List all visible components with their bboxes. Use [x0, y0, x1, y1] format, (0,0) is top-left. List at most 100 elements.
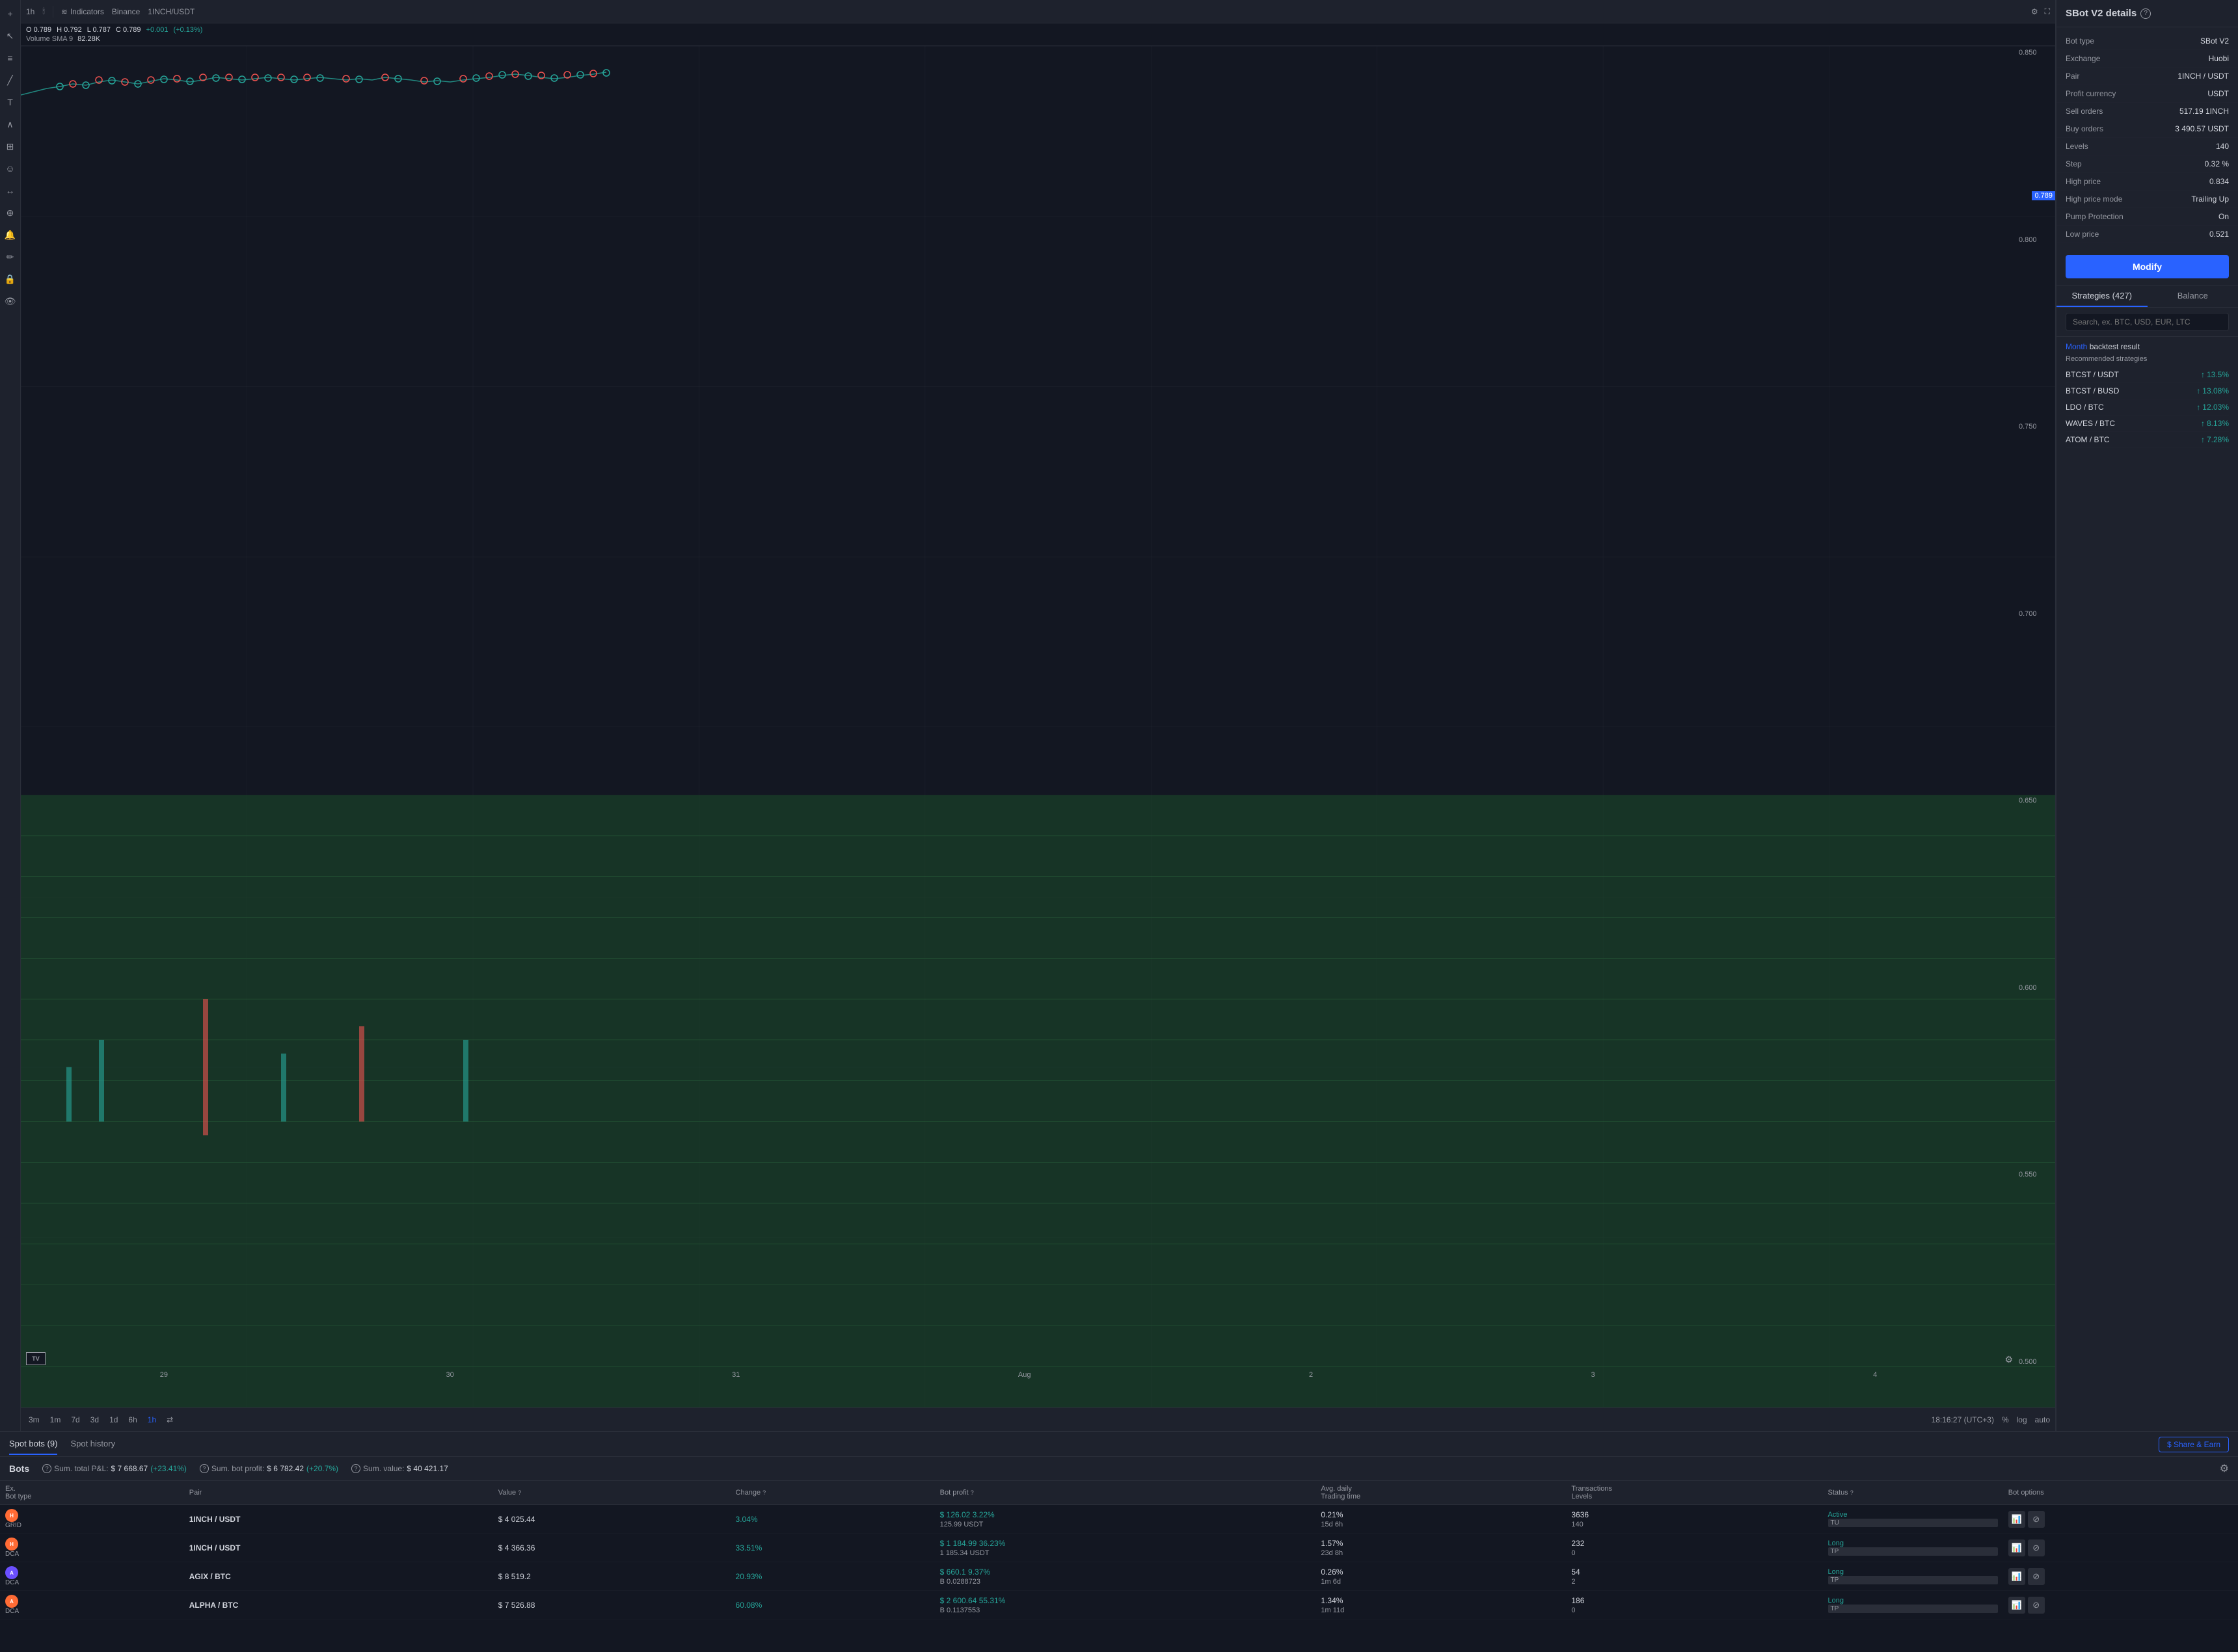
- table-row: A DCA ALPHA / BTC $ 7 526.88 60.08% $ 2 …: [0, 1591, 2238, 1619]
- price-level-750: 0.750: [2019, 423, 2053, 431]
- bottom-section: Spot bots (9) Spot history $ Share & Ear…: [0, 1431, 2238, 1652]
- chart-bottom-bar: 3m 1m 7d 3d 1d 6h 1h ⇄ 18:16:27 (UTC+3) …: [21, 1407, 2055, 1431]
- th-options: Bot options: [2003, 1481, 2238, 1505]
- price-level-550: 0.550: [2019, 1171, 2053, 1179]
- exchange-label[interactable]: Binance: [112, 7, 140, 16]
- th-bot-profit: Bot profit ?: [935, 1481, 1316, 1505]
- time-2: 2: [1309, 1371, 1313, 1379]
- high-price-mode-label: High price mode: [2066, 194, 2122, 204]
- detail-bot-type: Bot type SBot V2: [2056, 33, 2238, 50]
- bot-change-cell: 3.04%: [731, 1505, 935, 1534]
- tf-3d[interactable]: 3d: [88, 1414, 101, 1426]
- alert-tool[interactable]: 🔔: [2, 226, 19, 243]
- tab-spot-bots[interactable]: Spot bots (9): [9, 1433, 57, 1455]
- right-panel: SBot V2 details ? Bot type SBot V2 Excha…: [2056, 0, 2238, 1431]
- status-badge-tp: TP: [1828, 1547, 1998, 1556]
- chart-action-btn[interactable]: 📊: [2008, 1568, 2025, 1585]
- backtest-title: Month backtest result: [2066, 342, 2229, 351]
- bot-exchange-cell: H GRID: [0, 1505, 184, 1534]
- tf-3m[interactable]: 3m: [26, 1414, 42, 1426]
- indicators-button[interactable]: ≋ Indicators: [61, 7, 104, 16]
- tf-sync[interactable]: ⇄: [164, 1414, 176, 1426]
- tf-1m[interactable]: 1m: [47, 1414, 64, 1426]
- bot-status-cell: Active TU: [1823, 1505, 2003, 1534]
- profit-currency-value: USDT: [2207, 89, 2229, 98]
- strategies-tabs: Strategies (427) Balance: [2056, 285, 2238, 308]
- chart-settings-icon[interactable]: ⚙: [2004, 1354, 2013, 1365]
- chart-action-btn[interactable]: 📊: [2008, 1511, 2025, 1528]
- settings-button[interactable]: ⚙: [2031, 7, 2038, 16]
- tf-1h[interactable]: 1h: [145, 1414, 159, 1426]
- chart-toolbar: 1h 🕯 ≋ Indicators Binance 1INCH/USDT ⚙ ⛶: [21, 0, 2055, 23]
- strategy-atom-btc[interactable]: ATOM / BTC ↑ 7.28%: [2066, 432, 2229, 448]
- bot-transactions-cell: 1860: [1566, 1591, 1822, 1619]
- strategy-btcst-usdt[interactable]: BTCST / USDT ↑ 13.5%: [2066, 367, 2229, 383]
- crosshair-tool[interactable]: +: [2, 5, 19, 22]
- strategy-name: WAVES / BTC: [2066, 419, 2115, 428]
- sbot-title: SBot V2 details: [2066, 8, 2137, 19]
- tf-7d[interactable]: 7d: [68, 1414, 82, 1426]
- draw-line-tool[interactable]: ╱: [2, 72, 19, 88]
- stat-value-label: Sum. value:: [363, 1464, 404, 1473]
- symbol-label[interactable]: 1INCH/USDT: [148, 7, 195, 16]
- stop-action-btn[interactable]: ⊘: [2028, 1597, 2045, 1614]
- tab-spot-history[interactable]: Spot history: [70, 1433, 115, 1455]
- time-31: 31: [732, 1371, 740, 1379]
- chart-time-axis: 29 30 31 Aug 2 3 4: [21, 1368, 2016, 1407]
- zoom-tool[interactable]: ⊕: [2, 204, 19, 221]
- stat-profit-label: Sum. bot profit:: [211, 1464, 264, 1473]
- bot-change-cell: 20.93%: [731, 1562, 935, 1591]
- stat-profit-change: (+20.7%): [306, 1464, 338, 1473]
- fullscreen-button[interactable]: ⛶: [2045, 7, 2050, 16]
- share-earn-button[interactable]: $ Share & Earn: [2159, 1437, 2229, 1452]
- strategy-search-input[interactable]: [2066, 313, 2229, 331]
- bot-status-cell: Long TP: [1823, 1534, 2003, 1562]
- pencil-tool[interactable]: ✏: [2, 248, 19, 265]
- text-tool[interactable]: T: [2, 94, 19, 111]
- price-level-500: 0.500: [2019, 1358, 2053, 1366]
- tab-strategies[interactable]: Strategies (427): [2056, 286, 2148, 307]
- measure-tool[interactable]: ↔: [2, 182, 19, 199]
- sell-orders-label: Sell orders: [2066, 107, 2103, 116]
- auto-btn[interactable]: auto: [2035, 1415, 2050, 1424]
- tab-balance[interactable]: Balance: [2148, 286, 2238, 307]
- bots-table: Ex.Bot type Pair Value ? Change ? Bot pr…: [0, 1481, 2238, 1619]
- chart-action-btn[interactable]: 📊: [2008, 1539, 2025, 1556]
- help-icon[interactable]: ?: [2140, 8, 2151, 19]
- strategy-waves-btc[interactable]: WAVES / BTC ↑ 8.13%: [2066, 416, 2229, 432]
- recommended-label: Recommended strategies: [2066, 355, 2229, 363]
- log-btn[interactable]: log: [2017, 1415, 2027, 1424]
- backtest-month: Month: [2066, 342, 2087, 351]
- stat-help-3: ?: [351, 1464, 360, 1473]
- chart-action-btn[interactable]: 📊: [2008, 1597, 2025, 1614]
- patterns-tool[interactable]: ⊞: [2, 138, 19, 155]
- status-long: Long: [1828, 1597, 1998, 1605]
- lines-tool[interactable]: ≡: [2, 49, 19, 66]
- lock-tool[interactable]: 🔒: [2, 271, 19, 287]
- action-buttons: 📊 ⊘: [2008, 1597, 2233, 1614]
- candle-type-button[interactable]: 🕯: [42, 7, 44, 16]
- chart-price-axis: 0.850 0.800 0.750 0.700 0.650 0.600 0.55…: [2016, 46, 2055, 1368]
- pct-btn[interactable]: %: [2002, 1415, 2009, 1424]
- strategy-btcst-busd[interactable]: BTCST / BUSD ↑ 13.08%: [2066, 383, 2229, 399]
- status-active: Active: [1828, 1511, 1998, 1519]
- modify-button[interactable]: Modify: [2066, 255, 2229, 278]
- high-price-value: 0.834: [2209, 177, 2229, 186]
- detail-high-price: High price 0.834: [2056, 173, 2238, 191]
- stop-action-btn[interactable]: ⊘: [2028, 1511, 2045, 1528]
- chart-main[interactable]: 0.850 0.800 0.750 0.700 0.650 0.600 0.55…: [21, 46, 2055, 1407]
- timeframe-1h[interactable]: 1h: [26, 7, 34, 16]
- tf-1d[interactable]: 1d: [107, 1414, 120, 1426]
- stop-action-btn[interactable]: ⊘: [2028, 1568, 2045, 1585]
- detail-buy-orders: Buy orders 3 490.57 USDT: [2056, 120, 2238, 138]
- strategy-gain: ↑ 7.28%: [2201, 435, 2229, 444]
- filter-icon[interactable]: ⚙: [2220, 1462, 2229, 1475]
- tf-6h[interactable]: 6h: [126, 1414, 139, 1426]
- emoji-tool[interactable]: ☺: [2, 160, 19, 177]
- stop-action-btn[interactable]: ⊘: [2028, 1539, 2045, 1556]
- bot-exchange-cell: A DCA: [0, 1562, 184, 1591]
- shapes-tool[interactable]: ∧: [2, 116, 19, 133]
- cursor-tool[interactable]: ↖: [2, 27, 19, 44]
- strategy-ldo-btc[interactable]: LDO / BTC ↑ 12.03%: [2066, 399, 2229, 416]
- eye-tool[interactable]: 👁: [2, 293, 19, 310]
